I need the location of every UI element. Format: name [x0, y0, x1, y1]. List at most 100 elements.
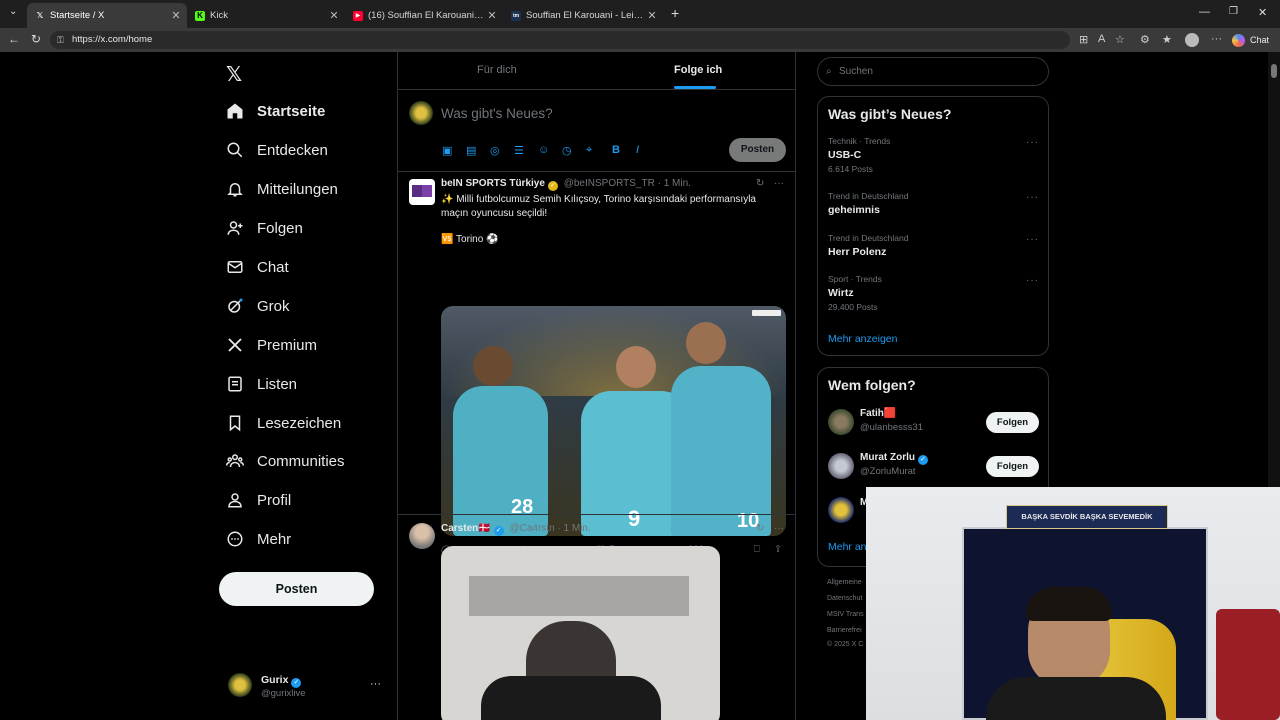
tab-list-chevron-icon[interactable]: ⌄ — [9, 6, 17, 17]
restore-icon[interactable]: ❐ — [1229, 6, 1238, 17]
read-aloud-icon[interactable]: A — [1098, 33, 1105, 45]
image-icon[interactable]: ▣ — [442, 144, 452, 157]
follow-button[interactable]: Folgen — [986, 412, 1039, 433]
tab-following[interactable]: Folge ich — [674, 64, 722, 76]
post-card[interactable]: beIN SPORTS Türkiye ✓ @beINSPORTS_TR · 1 … — [398, 172, 795, 556]
chat-label: Chat — [1250, 35, 1270, 45]
tab-transfermarkt[interactable]: tm Souffian El Karouani - Leistungsda ✕ — [503, 3, 663, 28]
favorite-star-icon[interactable]: ☆ — [1115, 33, 1125, 46]
nav-mehr[interactable]: Mehr — [226, 527, 291, 551]
nav-folgen[interactable]: Folgen — [226, 216, 303, 240]
trend-item[interactable]: Trend in Deutschland Herr Polenz ··· — [818, 232, 1048, 262]
x-logo-icon[interactable]: 𝕏 — [226, 62, 242, 87]
avatar — [409, 101, 433, 125]
nav-listen[interactable]: Listen — [226, 372, 297, 396]
nav-grok[interactable]: Grok — [226, 294, 290, 318]
nav-lesezeichen[interactable]: Lesezeichen — [226, 411, 341, 435]
nav-chat[interactable]: Chat — [226, 255, 289, 279]
italic-icon[interactable]: I — [636, 144, 639, 156]
bein-watermark-logo — [752, 310, 781, 316]
avatar — [228, 673, 252, 697]
post-handle: @beINSPORTS_TR — [563, 178, 655, 189]
post-image[interactable]: 28 9 10 — [441, 306, 786, 536]
suggestion-handle: @ulanbesss31 — [860, 422, 923, 433]
footer-link[interactable]: Datenschut — [827, 595, 862, 602]
footer-link[interactable]: Allgemeine — [827, 579, 862, 586]
more-dots-icon[interactable]: ··· — [1026, 234, 1039, 245]
window-close-icon[interactable]: ✕ — [1258, 6, 1267, 19]
account-name: Gurix — [261, 674, 289, 686]
suggestion-item[interactable]: M — [818, 494, 868, 528]
extensions-icon[interactable]: ⚙ — [1140, 33, 1150, 46]
nav-premium[interactable]: Premium — [226, 333, 317, 357]
close-icon[interactable]: ✕ — [485, 9, 499, 22]
back-icon[interactable]: ← — [8, 32, 20, 46]
avatar — [409, 179, 435, 205]
suggestion-item[interactable]: Fatih🟥 @ulanbesss31 Folgen — [818, 406, 1048, 440]
app-available-icon[interactable]: ⊞ — [1079, 33, 1088, 46]
nav-communities[interactable]: Communities — [226, 449, 345, 473]
footer-link[interactable]: Barrierefrei — [827, 627, 862, 634]
new-tab-icon[interactable]: + — [671, 5, 679, 21]
x-logo-icon — [228, 338, 242, 352]
site-info-icon[interactable]: ⚿ — [57, 31, 64, 49]
profile-icon — [228, 493, 242, 508]
menu-dots-icon[interactable]: ··· — [1211, 33, 1222, 45]
profile-avatar-icon[interactable] — [1185, 33, 1199, 47]
nav-startseite[interactable]: Startseite — [226, 99, 325, 123]
trend-item[interactable]: Technik · Trends USB-C 6.614 Posts ··· — [818, 135, 1048, 177]
search-icon: ⌕ — [826, 66, 832, 77]
bold-icon[interactable]: B — [612, 144, 620, 156]
webcam-banner: BAŞKA SEVDİK BAŞKA SEVEMEDİK — [1006, 505, 1168, 529]
address-bar[interactable]: ⚿ https://x.com/home — [50, 31, 1070, 49]
more-dots-icon[interactable]: ··· — [1026, 137, 1039, 148]
verified-badge-icon: ✓ — [918, 455, 928, 465]
reload-icon[interactable]: ↻ — [31, 32, 41, 46]
footer-link[interactable]: MStV Trans — [827, 611, 864, 618]
follow-button[interactable]: Folgen — [986, 456, 1039, 477]
gif-icon[interactable]: ▤ — [466, 144, 476, 157]
post-video[interactable] — [441, 546, 720, 720]
player-head — [686, 322, 726, 364]
trend-item[interactable]: Trend in Deutschland geheimnis ··· — [818, 190, 1048, 220]
nav-label: Folgen — [257, 219, 303, 237]
nav-mitteilungen[interactable]: Mitteilungen — [226, 177, 338, 201]
grok-icon[interactable]: ↻ — [756, 178, 764, 189]
more-dots-icon[interactable]: ··· — [1026, 192, 1039, 203]
search-input[interactable]: ⌕ Suchen — [817, 57, 1049, 86]
post-author: beIN SPORTS Türkiye — [441, 178, 545, 189]
trend-item[interactable]: Sport · Trends Wirtz 29.400 Posts ··· — [818, 273, 1048, 315]
minimize-icon[interactable]: — — [1199, 6, 1210, 18]
scrollbar-thumb[interactable] — [1271, 64, 1277, 78]
suggestion-item[interactable]: Murat Zorlu ✓ @ZorluMurat Folgen — [818, 450, 1048, 484]
streamer-hair — [1026, 587, 1112, 621]
poll-icon[interactable]: ☰ — [514, 144, 524, 157]
show-more-link[interactable]: Mehr anzeigen — [828, 333, 897, 345]
copilot-chat-button[interactable]: Chat — [1232, 32, 1269, 48]
trends-title: Was gibt’s Neues? — [828, 106, 952, 122]
more-dots-icon[interactable]: ··· — [370, 678, 381, 690]
grok-icon[interactable]: ◎ — [490, 144, 500, 157]
post-card[interactable]: Carsten🇩🇰 ✓ @Ca4rstn · 1 Min. ↻ ··· — [398, 515, 795, 720]
grok-icon[interactable]: ↻ — [756, 523, 764, 534]
tab-youtube[interactable]: ▶ (16) Souffian El Karouani ● Welcom ✕ — [345, 3, 503, 28]
emoji-icon[interactable]: ☺ — [538, 144, 549, 156]
more-dots-icon[interactable]: ··· — [1026, 275, 1039, 286]
more-dots-icon[interactable]: ··· — [774, 178, 784, 189]
close-icon[interactable]: ✕ — [169, 9, 183, 22]
favorites-icon[interactable]: ★ — [1162, 33, 1172, 46]
post-button[interactable]: Posten — [219, 572, 374, 606]
location-icon[interactable]: ⌖ — [586, 144, 592, 157]
close-icon[interactable]: ✕ — [645, 9, 659, 22]
nav-entdecken[interactable]: Entdecken — [226, 138, 328, 162]
composer-input[interactable]: Was gibt's Neues? — [441, 106, 553, 121]
close-icon[interactable]: ✕ — [327, 9, 341, 22]
tab-kick[interactable]: K Kick ✕ — [187, 3, 345, 28]
composer-post-button[interactable]: Posten — [729, 138, 786, 162]
more-dots-icon[interactable]: ··· — [774, 523, 784, 534]
schedule-icon[interactable]: ◷ — [562, 144, 572, 157]
account-switcher[interactable]: Gurix ✓ @gurixlive ··· — [228, 672, 408, 702]
tab-x-home[interactable]: 𝕏 Startseite / X ✕ — [27, 3, 187, 28]
nav-profil[interactable]: Profil — [226, 488, 291, 512]
tab-for-you[interactable]: Für dich — [477, 64, 517, 76]
